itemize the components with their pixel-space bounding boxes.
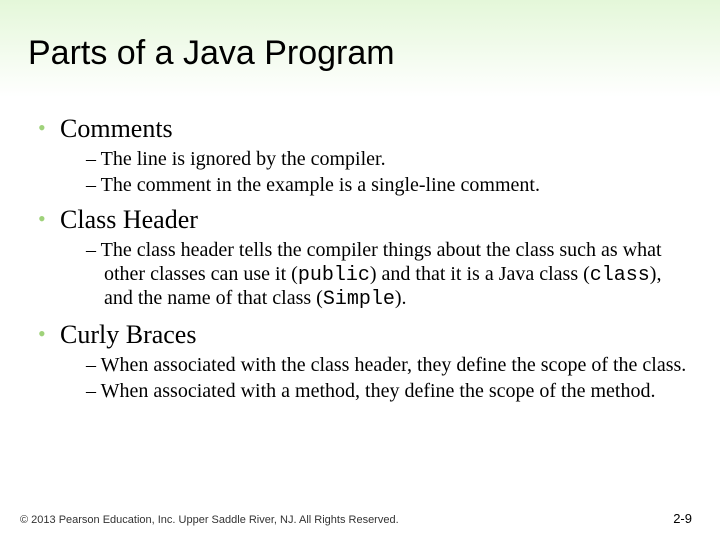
subbullet-text: The comment in the example is a single-l… <box>101 174 540 196</box>
subbullet: – The comment in the example is a single… <box>86 174 688 198</box>
subbullet-text: The line is ignored by the compiler. <box>101 148 386 170</box>
bullet-label: Class Header <box>60 205 198 234</box>
bullet-comments: •Comments <box>38 114 688 144</box>
dash-icon: – <box>86 148 101 170</box>
slide-title: Parts of a Java Program <box>28 34 395 73</box>
subbullet: – The line is ignored by the compiler. <box>86 148 688 172</box>
subbullet: – The class header tells the compiler th… <box>86 239 688 312</box>
dash-icon: – <box>86 174 101 196</box>
subbullet-text: When associated with a method, they defi… <box>101 380 656 402</box>
bullet-class-header: •Class Header <box>38 205 688 235</box>
subbullet: – When associated with a method, they de… <box>86 380 688 404</box>
dash-icon: – <box>86 380 101 402</box>
page-number: 2-9 <box>673 511 692 526</box>
dash-icon: – <box>86 239 101 261</box>
slide: Parts of a Java Program •Comments – The … <box>0 0 720 540</box>
bullet-label: Curly Braces <box>60 320 196 349</box>
bullet-label: Comments <box>60 114 173 143</box>
copyright-footer: © 2013 Pearson Education, Inc. Upper Sad… <box>20 514 399 526</box>
bullet-dot-icon: • <box>38 206 60 232</box>
slide-content: •Comments – The line is ignored by the c… <box>38 110 688 405</box>
dash-icon: – <box>86 354 101 376</box>
bullet-curly-braces: •Curly Braces <box>38 320 688 350</box>
subbullet: – When associated with the class header,… <box>86 354 688 378</box>
subbullet-rich: The class header tells the compiler thin… <box>101 239 662 309</box>
subbullet-text: When associated with the class header, t… <box>101 354 687 376</box>
bullet-dot-icon: • <box>38 115 60 141</box>
bullet-dot-icon: • <box>38 321 60 347</box>
